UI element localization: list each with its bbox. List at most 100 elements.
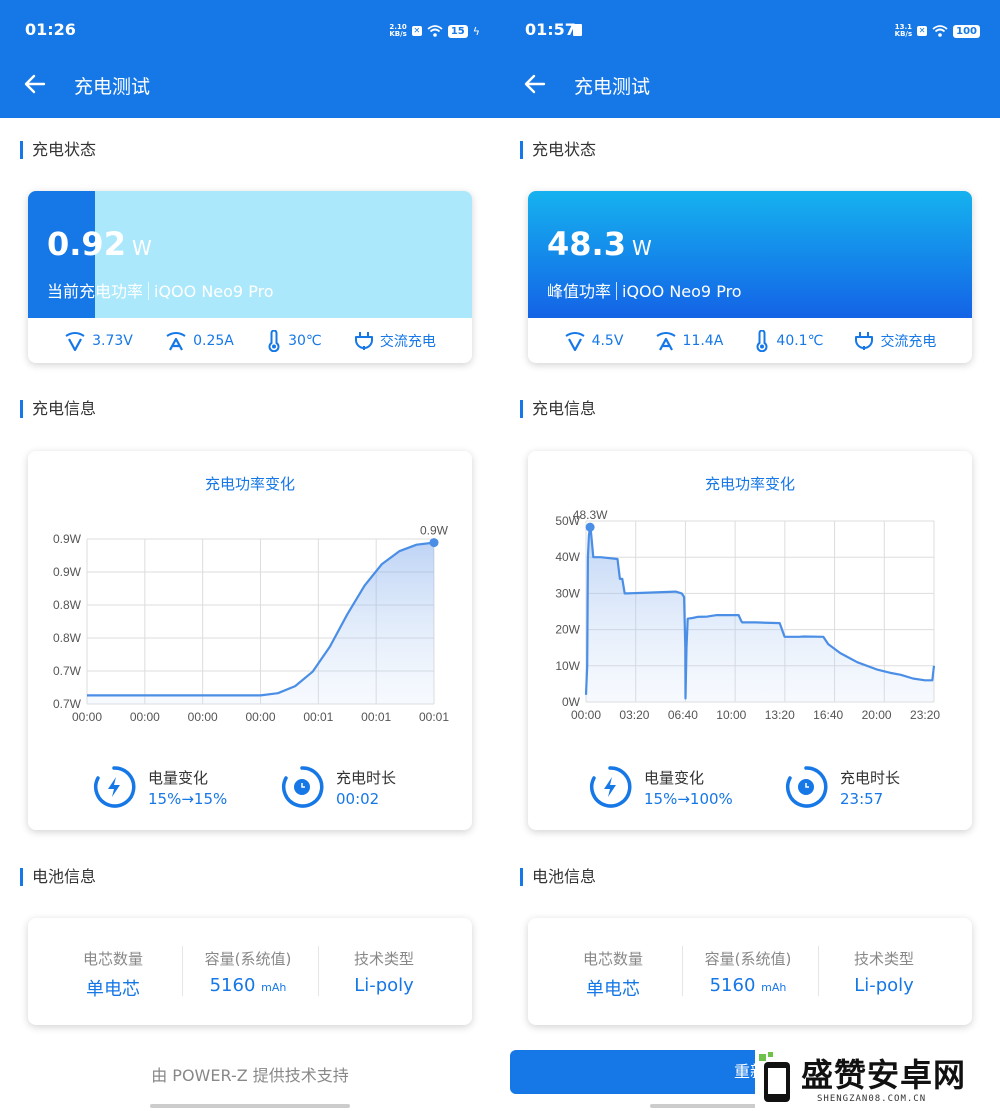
back-arrow-icon[interactable] — [524, 73, 546, 95]
network-speed: 13.1 KB/s — [894, 23, 913, 38]
x-tick-label: 00:01 — [419, 710, 449, 724]
thermometer-icon — [756, 329, 768, 352]
cell-count: 电芯数量 单电芯 — [582, 950, 643, 1000]
peak-label: 0.9W — [420, 524, 449, 538]
peak-power: 48.3 W — [547, 225, 652, 263]
device-name: iQOO Neo9 Pro — [622, 282, 742, 301]
charge-stats: 电量变化 15%→100% 充电时长 23:57 — [528, 763, 972, 813]
status-bar: 01:57 13.1 KB/s ✕ 100 — [525, 20, 980, 42]
status-time: 01:26 — [25, 20, 76, 39]
y-tick-label: 10W — [555, 659, 580, 673]
powered-by-text: 由 POWER-Z 提供技术支持 — [151, 1066, 349, 1085]
technology-type: 技术类型 Li-poly — [853, 950, 914, 996]
current-icon — [655, 331, 676, 351]
temperature-metric: 40.1℃ — [754, 329, 823, 352]
battery-info-card: 电芯数量 单电芯 容量(系统值) 5160 mAh 技术类型 Li-poly — [528, 918, 972, 1025]
x-tick-label: 20:00 — [862, 708, 892, 722]
section-title-charging-info: 充电信息 — [520, 400, 596, 418]
back-arrow-icon[interactable] — [24, 73, 46, 95]
power-panel: 48.3 W 峰值功率 iQOO Neo9 Pro — [528, 191, 972, 318]
voltage-icon — [565, 331, 585, 351]
x-tick-label: 00:00 — [72, 710, 102, 724]
clock-ring-icon — [282, 766, 324, 808]
current-power: 0.92 W — [47, 225, 152, 263]
y-tick-label: 20W — [555, 623, 580, 637]
power-panel: 0.92 W 当前充电功率 iQOO Neo9 Pro — [28, 191, 472, 318]
app-header: 01:26 2.10 KB/s ✕ 15 ϟ 充电测试 — [0, 0, 500, 118]
status-icons: 2.10 KB/s ✕ 15 ϟ — [389, 22, 480, 40]
power-chart-card: 充电功率变化 0.7W 0.7W 0.8W 0.8W 0.9W 0.9W 00:00 00:0… — [28, 451, 472, 830]
site-watermark: 盛赞安卓网 SHENGZAN08.COM.CN — [755, 1048, 1000, 1111]
y-tick-label: 30W — [555, 586, 580, 600]
page-title: 充电测试 — [74, 76, 151, 98]
section-title-battery-info: 电池信息 — [20, 868, 96, 886]
x-tick-label: 03:20 — [619, 708, 649, 722]
charge-type-metric: 交流充电 — [854, 331, 936, 351]
page-title: 充电测试 — [574, 76, 651, 98]
y-tick-label: 0.7W — [53, 697, 82, 711]
network-speed: 2.10 KB/s — [389, 23, 407, 38]
charge-stats: 电量变化 15%→15% 充电时长 00:02 — [28, 763, 472, 813]
x-tick-label: 23:20 — [910, 708, 940, 722]
x-tick-label: 10:00 — [716, 708, 746, 722]
y-tick-label: 0.9W — [53, 532, 82, 546]
power-chart: 0.7W 0.7W 0.8W 0.8W 0.9W 0.9W 00:00 00:00 00:00 0… — [53, 524, 449, 724]
section-title-charging-status: 充电状态 — [20, 141, 96, 159]
power-label: 当前充电功率 — [47, 282, 144, 301]
x-tick-label: 00:01 — [361, 710, 391, 724]
bolt-ring-icon — [590, 766, 632, 808]
current-metric: 11.4A — [655, 331, 723, 351]
x-tick-label: 00:00 — [571, 708, 601, 722]
x-tick-label: 00:00 — [188, 710, 218, 724]
power-chart: 0W10W20W30W40W50W00:00 03:20 06:40 10:00 13:… — [555, 508, 940, 722]
phone-screen-left: 01:26 2.10 KB/s ✕ 15 ϟ 充电测试 充电状态 0.92 W … — [0, 0, 500, 1111]
power-chart-card: 充电功率变化 0W 10W 20W 30W 40W 50W 00:00 03:20 06:40 1… — [528, 451, 972, 830]
power-metrics: 4.5V 11.4A 40.1℃ 交流充电 — [528, 318, 972, 363]
power-card: 48.3 W 峰值功率 iQOO Neo9 Pro 4.5V 11.4A 40.1℃… — [528, 191, 972, 363]
y-tick-label: 40W — [555, 550, 580, 564]
status-bar: 01:26 2.10 KB/s ✕ 15 ϟ — [25, 20, 480, 42]
power-caption: 峰值功率 iQOO Neo9 Pro — [547, 278, 742, 302]
x-tick-label: 00:01 — [303, 710, 333, 724]
x-tick-label: 16:40 — [813, 708, 843, 722]
current-metric: 0.25A — [165, 331, 234, 351]
charge-type-metric: 交流充电 — [354, 331, 436, 351]
phone-logo-icon — [759, 1052, 790, 1102]
x-tick-label: 00:00 — [130, 710, 160, 724]
section-title-charging-status: 充电状态 — [520, 141, 596, 159]
thermometer-icon — [268, 329, 280, 352]
y-tick-label: 0.8W — [53, 631, 82, 645]
voltage-metric: 4.5V — [564, 331, 623, 351]
voltage-metric: 3.73V — [64, 331, 133, 351]
section-title-battery-info: 电池信息 — [520, 868, 596, 886]
section-title-charging-info: 充电信息 — [20, 400, 96, 418]
wifi-icon — [932, 25, 948, 37]
y-tick-label: 0W — [562, 695, 581, 709]
technology-type: 技术类型 Li-poly — [353, 950, 414, 996]
y-tick-label: 0.8W — [53, 598, 82, 612]
power-label: 峰值功率 — [547, 282, 612, 301]
power-metrics: 3.73V 0.25A 30℃ 交流充电 — [28, 318, 472, 363]
series-area — [586, 527, 934, 702]
plug-icon — [855, 331, 874, 350]
battery-info-card: 电芯数量 单电芯 容量(系统值) 5160 mAh 技术类型 Li-poly — [28, 918, 472, 1025]
peak-point — [585, 522, 595, 532]
cell-count: 电芯数量 单电芯 — [82, 950, 143, 1000]
current-icon — [166, 331, 186, 351]
device-name: iQOO Neo9 Pro — [154, 282, 274, 301]
x-tick-label: 06:40 — [668, 708, 698, 722]
phone-screen-right: 01:57 13.1 KB/s ✕ 100 充电测试 充电状态 48.3 W 峰… — [500, 0, 1000, 1111]
y-tick-label: 0.7W — [53, 664, 82, 678]
sim-card-icon — [573, 24, 582, 36]
no-sim-icon: ✕ — [917, 26, 928, 36]
bolt-ring-icon — [94, 766, 136, 808]
battery-level: 100 — [953, 24, 980, 38]
peak-label: 48.3W — [573, 508, 608, 522]
clock-ring-icon — [786, 766, 828, 808]
status-time: 01:57 — [525, 20, 576, 39]
temperature-metric: 30℃ — [266, 329, 322, 352]
x-tick-label: 00:00 — [245, 710, 275, 724]
capacity: 容量(系统值) 5160 mAh — [704, 950, 792, 996]
home-indicator[interactable] — [150, 1104, 350, 1108]
power-card: 0.92 W 当前充电功率 iQOO Neo9 Pro 3.73V 0.25A 30… — [28, 191, 472, 363]
